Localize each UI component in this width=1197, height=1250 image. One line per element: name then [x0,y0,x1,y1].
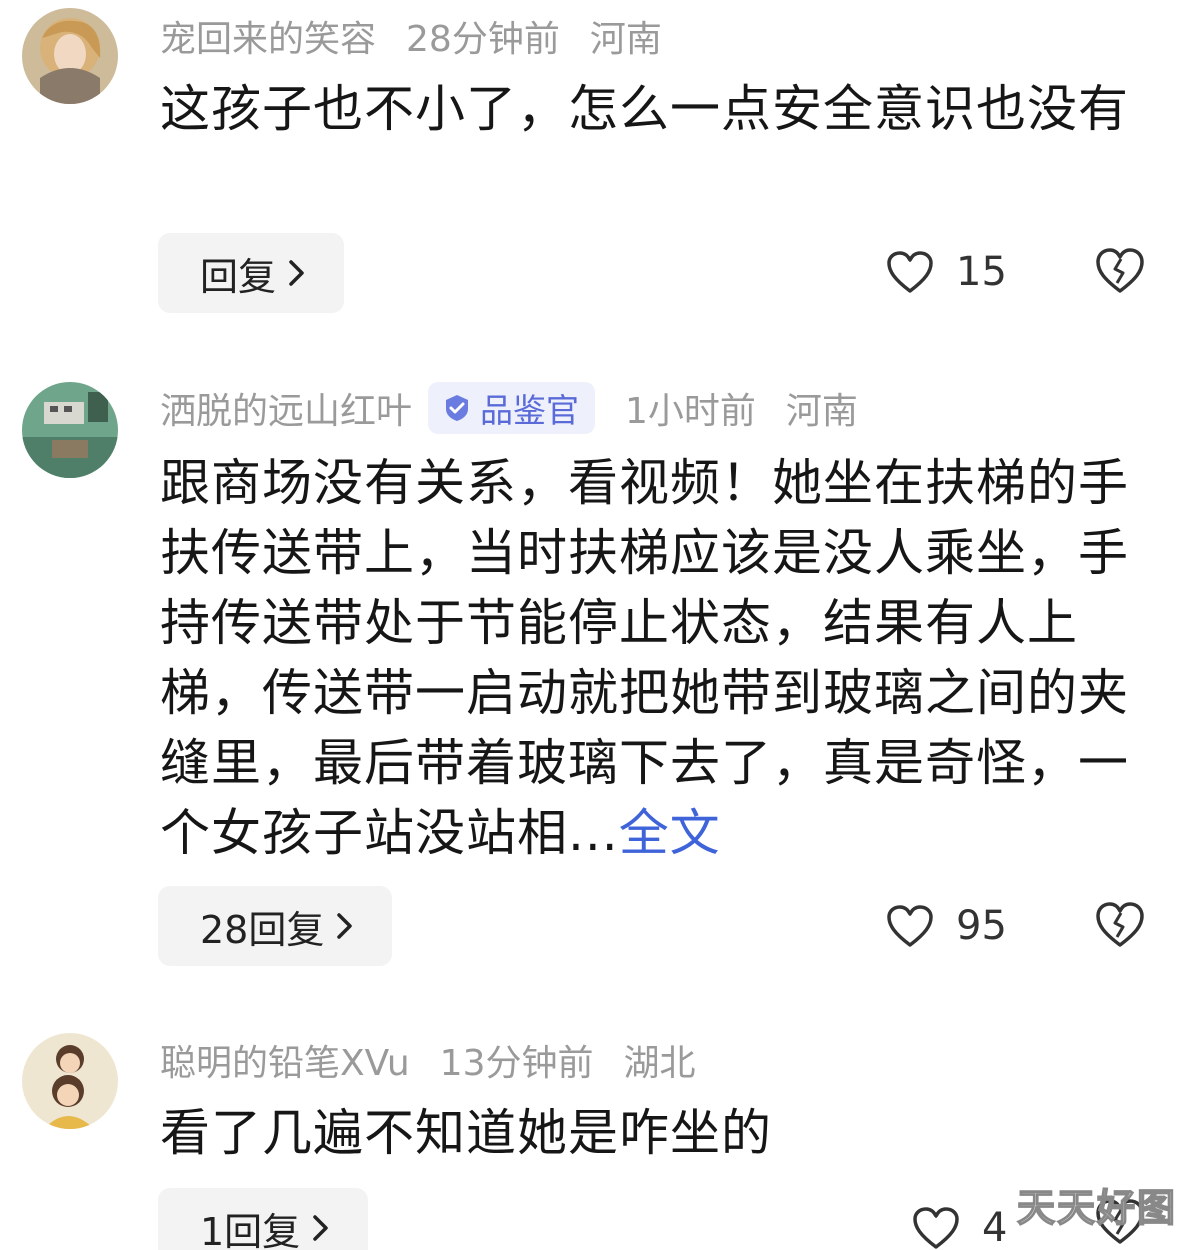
avatar[interactable] [22,382,118,478]
broken-heart-icon[interactable] [1094,899,1146,951]
username[interactable]: 洒脱的远山红叶 [160,382,412,434]
comment-text: 这孩子也不小了，怎么一点安全意识也没有 [160,80,1129,138]
chevron-right-icon [313,1215,328,1241]
avatar[interactable] [22,8,118,104]
like-count: 95 [956,903,1007,949]
reply-button[interactable]: 28回复 [158,886,393,966]
comment-text: 看了几遍不知道她是咋坐的 [160,1104,772,1162]
location: 湖北 [623,1043,696,1084]
location: 河南 [589,19,662,60]
like-control[interactable]: 95 [886,886,1007,966]
avatar-aerial-landscape-icon [22,382,118,478]
username[interactable]: 聪明的铅笔XVu [160,1034,410,1086]
comment-text: 跟商场没有关系，看视频！她坐在扶梯的手扶传送带上，当时扶梯应该是没人乘坐，手持传… [160,448,1140,868]
timestamp: 13分钟前 [439,1043,594,1084]
chevron-right-icon [289,260,304,286]
like-control[interactable]: 15 [886,232,1007,312]
reply-label: 回复 [200,254,277,299]
watermark: 天天好图 [1016,1185,1177,1231]
like-count: 15 [956,249,1007,295]
avatar-cartoon-girls-icon [22,1033,118,1129]
heart-icon[interactable] [912,1206,960,1250]
badge-label: 品鉴官 [480,391,580,430]
avatar[interactable] [22,1033,118,1129]
comment-meta: 聪明的铅笔XVu 13分钟前 湖北 [160,1032,696,1088]
reply-label: 1回复 [200,1209,301,1250]
chevron-right-icon [337,913,353,939]
broken-heart-icon[interactable] [1094,245,1146,297]
reply-button[interactable]: 回复 [158,233,345,313]
comment-text-body: 跟商场没有关系，看视频！她坐在扶梯的手扶传送带上，当时扶梯应该是没人乘坐，手持传… [160,454,1129,862]
timestamp: 1小时前 [625,391,756,432]
comment-meta: 洒脱的远山红叶 品鉴官 1小时前 河南 [160,380,858,436]
timestamp: 28分钟前 [406,19,560,60]
reviewer-badge: 品鉴官 [428,382,596,434]
username[interactable]: 宠回来的笑容 [160,10,376,62]
comment-meta: 宠回来的笑容 28分钟前 河南 [160,8,662,64]
location: 河南 [785,391,858,432]
full-text-link[interactable]: 全文 [619,804,721,862]
reply-label: 28回复 [200,907,325,952]
heart-icon[interactable] [886,250,934,294]
avatar-anime-girl-icon [22,8,118,104]
like-control[interactable]: 4 [912,1188,1007,1250]
verified-badge-icon [446,395,469,421]
like-count: 4 [982,1205,1008,1250]
heart-icon[interactable] [886,904,934,948]
reply-button[interactable]: 1回复 [158,1188,369,1250]
